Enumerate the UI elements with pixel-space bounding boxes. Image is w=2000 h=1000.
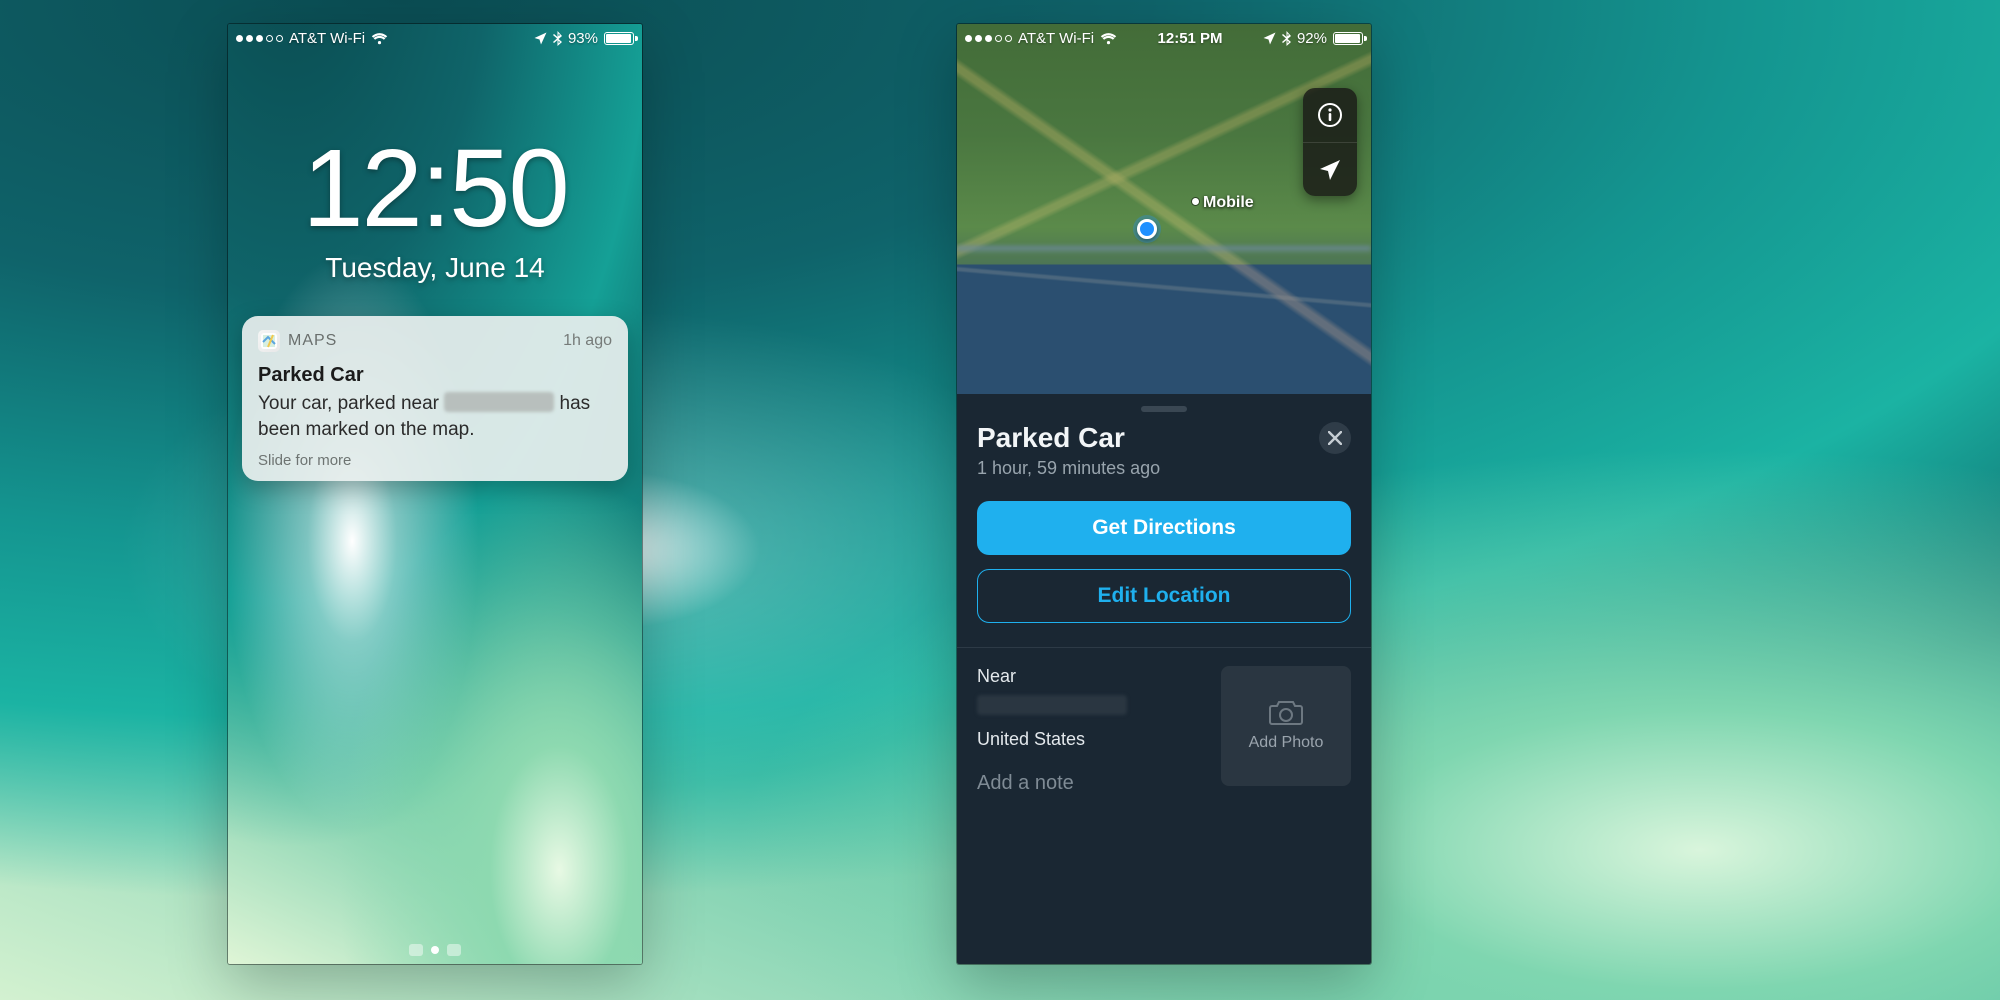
status-left: AT&T Wi-Fi	[965, 30, 1117, 47]
get-directions-button[interactable]: Get Directions	[977, 501, 1351, 555]
sheet-title: Parked Car	[977, 422, 1160, 454]
page-indicator	[409, 944, 461, 956]
maps-phone: Mobile AT&T Wi-Fi 12:51 PM 92%	[957, 24, 1371, 964]
status-right: 92%	[1263, 30, 1363, 47]
battery-icon	[1333, 32, 1363, 45]
wifi-icon	[371, 32, 388, 45]
status-bar: AT&T Wi-Fi 12:51 PM 92%	[957, 24, 1371, 52]
add-photo-button[interactable]: Add Photo	[1221, 666, 1351, 786]
carrier-label: AT&T Wi-Fi	[289, 30, 365, 47]
location-icon	[1263, 32, 1276, 45]
add-photo-label: Add Photo	[1249, 734, 1324, 752]
battery-percent: 93%	[568, 30, 598, 47]
status-right: 93%	[534, 30, 634, 47]
map-city-label: Mobile	[1192, 194, 1254, 212]
near-country: United States	[977, 729, 1205, 750]
edit-location-button[interactable]: Edit Location	[977, 569, 1351, 623]
user-location-dot	[1137, 219, 1157, 239]
redacted-location	[444, 392, 554, 412]
lock-clock: 12:50 Tuesday, June 14	[228, 134, 642, 284]
notification-body-prefix: Your car, parked near	[258, 393, 444, 414]
carrier-label: AT&T Wi-Fi	[1018, 30, 1094, 47]
bluetooth-icon	[1282, 31, 1291, 46]
map-locate-button[interactable]	[1303, 142, 1357, 196]
cell-signal-icon	[236, 35, 283, 42]
map-view[interactable]: Mobile	[957, 24, 1371, 394]
map-controls	[1303, 88, 1357, 196]
battery-percent: 92%	[1297, 30, 1327, 47]
notification-age: 1h ago	[563, 332, 612, 350]
near-label: Near	[977, 666, 1205, 687]
cell-signal-icon	[965, 35, 1012, 42]
battery-icon	[604, 32, 634, 45]
redacted-address	[977, 695, 1127, 715]
notification-body: Your car, parked near has been marked on…	[258, 391, 612, 442]
location-icon	[534, 32, 547, 45]
sheet-subtitle: 1 hour, 59 minutes ago	[977, 458, 1160, 479]
sheet-grabber[interactable]	[1141, 406, 1187, 412]
notification-card[interactable]: MAPS 1h ago Parked Car Your car, parked …	[242, 316, 628, 481]
bluetooth-icon	[553, 31, 562, 46]
wifi-icon	[1100, 32, 1117, 45]
widgets-page-icon[interactable]	[447, 944, 461, 956]
lock-date: Tuesday, June 14	[228, 252, 642, 284]
map-info-button[interactable]	[1303, 88, 1357, 142]
close-button[interactable]	[1319, 422, 1351, 454]
divider	[957, 647, 1371, 648]
close-icon	[1328, 431, 1342, 445]
maps-app-icon	[258, 330, 280, 352]
page-dot-active	[431, 946, 439, 954]
notification-app-name: MAPS	[288, 332, 337, 350]
lockscreen-phone: AT&T Wi-Fi 93% 12:50 Tuesday, June 14 MA…	[228, 24, 642, 964]
camera-page-icon[interactable]	[409, 944, 423, 956]
add-note-field[interactable]: Add a note	[977, 772, 1205, 795]
notification-title: Parked Car	[258, 364, 612, 387]
parked-car-sheet[interactable]: Parked Car 1 hour, 59 minutes ago Get Di…	[957, 394, 1371, 964]
status-clock: 12:51 PM	[1117, 30, 1263, 47]
status-bar: AT&T Wi-Fi 93%	[228, 24, 642, 52]
notification-header: MAPS 1h ago	[258, 330, 612, 352]
camera-icon	[1269, 700, 1303, 726]
lock-time: 12:50	[228, 134, 642, 244]
notification-hint: Slide for more	[258, 452, 612, 469]
status-left: AT&T Wi-Fi	[236, 30, 388, 47]
